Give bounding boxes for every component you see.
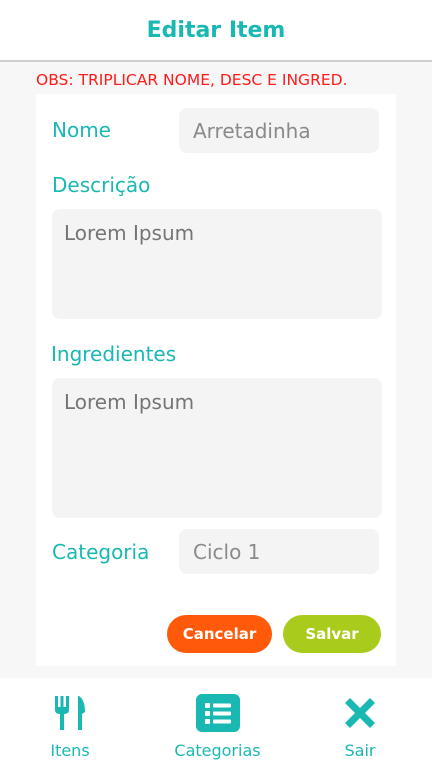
obs-note: OBS: TRIPLICAR NOME, DESC E INGRED. [36,71,348,89]
nav-item-sair[interactable]: Sair [320,678,400,768]
cancel-button[interactable]: Cancelar [167,615,272,653]
close-icon [341,693,379,733]
nav-label-itens: Itens [50,741,90,760]
app-header: Editar Item [0,0,432,62]
category-label: Categoria [52,540,150,564]
bottom-nav: Itens Categorias Sair [0,678,432,768]
ingredients-textarea[interactable] [52,378,382,518]
name-input[interactable] [179,108,379,153]
ingredients-label: Ingredientes [51,342,177,366]
edit-item-form: Nome Descrição Ingredientes Categoria Ca… [36,94,396,666]
save-button[interactable]: Salvar [283,615,381,653]
nav-label-categorias: Categorias [174,741,261,760]
list-icon [195,693,240,733]
nav-label-sair: Sair [344,741,376,760]
description-label: Descrição [52,173,151,197]
utensils-icon [53,693,87,733]
page-title: Editar Item [146,17,286,43]
description-textarea[interactable] [52,209,382,319]
category-input[interactable] [179,529,379,574]
name-label: Nome [52,118,111,142]
nav-item-itens[interactable]: Itens [30,678,110,768]
nav-item-categorias[interactable]: Categorias [160,678,275,768]
